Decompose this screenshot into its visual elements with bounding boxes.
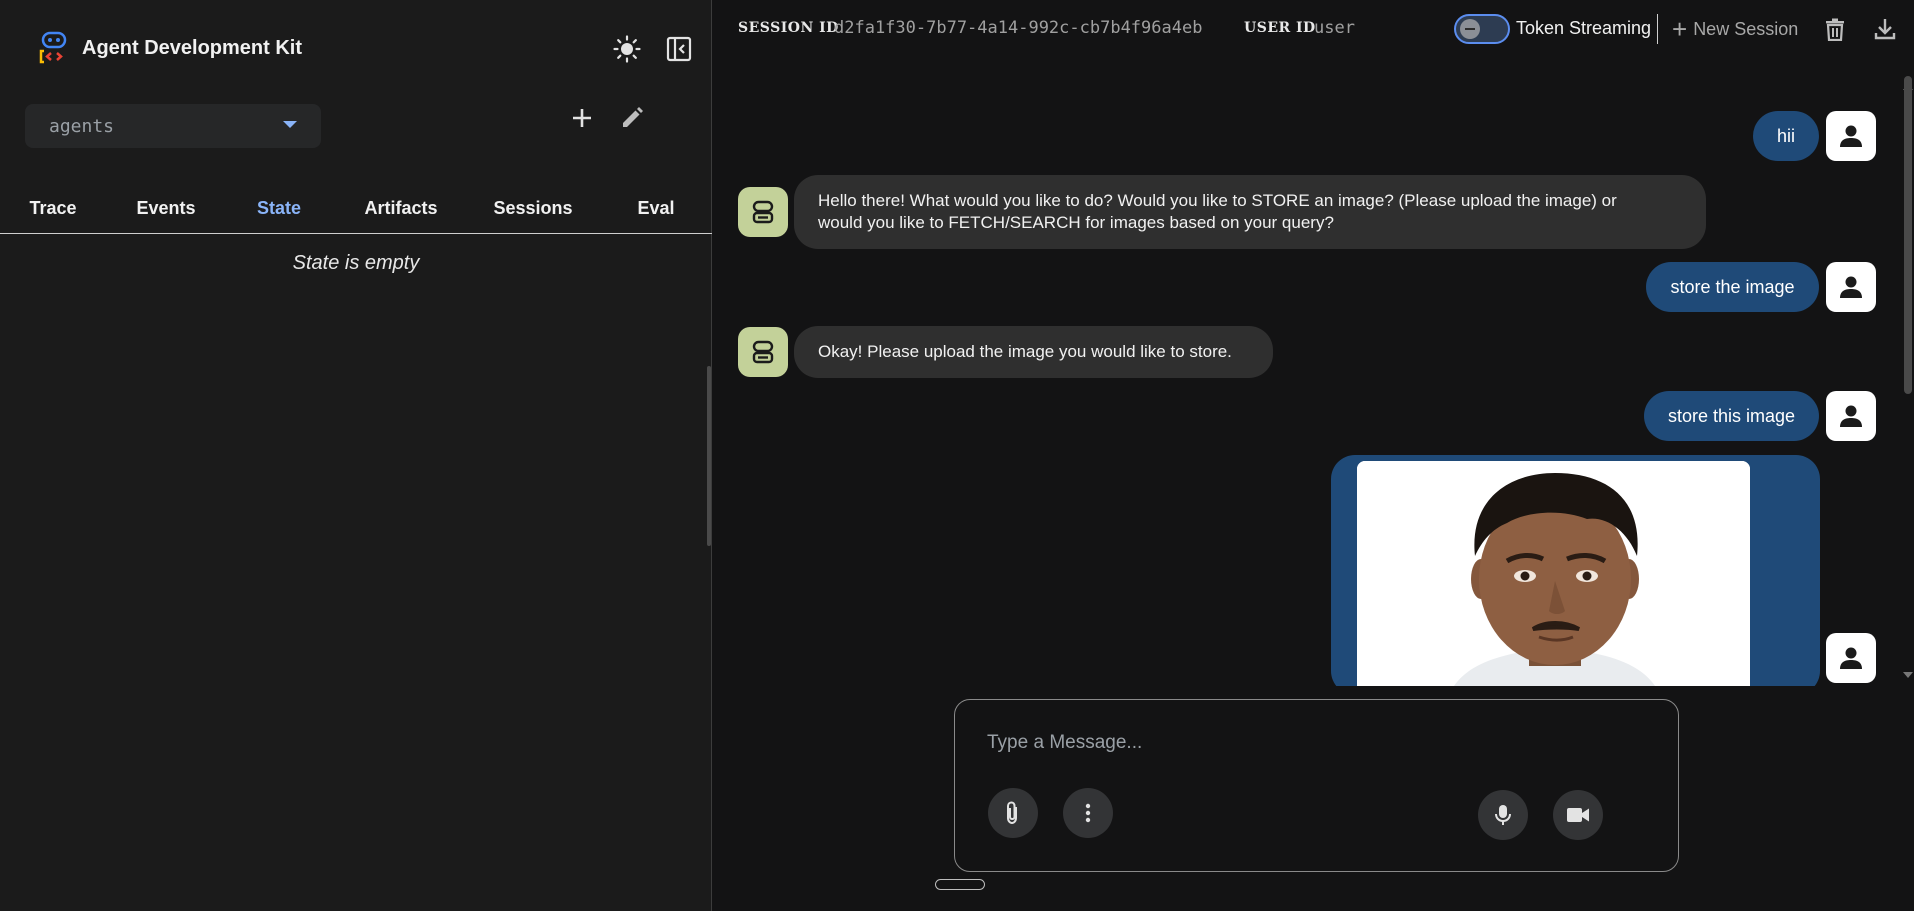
bot-message: Okay! Please upload the image you would … — [794, 326, 1273, 378]
resize-handle[interactable] — [935, 879, 985, 890]
mic-icon — [1495, 805, 1511, 825]
chat-scrollbar[interactable] — [1904, 76, 1912, 394]
message-input-box[interactable]: Type a Message... — [954, 699, 1679, 872]
brand: Agent Development Kit — [38, 30, 302, 66]
person-icon — [1840, 125, 1862, 147]
app-title: Agent Development Kit — [82, 36, 303, 59]
user-message: store this image — [1644, 391, 1819, 441]
tab-sessions[interactable]: Sessions — [470, 182, 596, 234]
tab-state[interactable]: State — [226, 182, 332, 234]
bot-avatar — [738, 187, 788, 237]
video-button[interactable] — [1553, 790, 1603, 840]
robot-icon — [752, 340, 774, 364]
plus-icon — [573, 109, 591, 127]
user-message: store the image — [1646, 262, 1819, 312]
user-id-value: user — [1314, 18, 1355, 38]
user-message-text: store the image — [1670, 276, 1795, 297]
bot-avatar — [738, 327, 788, 377]
panel-tabs: Trace Events State Artifacts Sessions Ev… — [0, 182, 712, 234]
new-session-button[interactable]: + New Session — [1672, 14, 1798, 44]
microphone-button[interactable] — [1478, 790, 1528, 840]
portrait-photo[interactable] — [1357, 461, 1750, 695]
bot-message-line: would you like to FETCH/SEARCH for image… — [818, 213, 1334, 232]
caret-down-icon — [283, 121, 297, 128]
download-icon — [1874, 19, 1896, 40]
tab-artifacts[interactable]: Artifacts — [340, 182, 462, 234]
person-icon — [1840, 405, 1862, 427]
pencil-icon — [623, 107, 643, 127]
user-avatar — [1826, 111, 1876, 161]
collapse-panel-button[interactable] — [664, 34, 694, 64]
message-input[interactable]: Type a Message... — [987, 732, 1142, 754]
theme-toggle-button[interactable] — [612, 34, 642, 64]
left-panel-icon — [666, 36, 692, 62]
agent-select[interactable]: agents — [25, 104, 321, 148]
adk-logo-icon — [39, 31, 67, 64]
plus-icon: + — [1672, 14, 1688, 44]
robot-icon — [752, 200, 774, 224]
add-agent-button[interactable] — [566, 102, 598, 134]
topbar-divider — [1657, 14, 1658, 44]
videocam-icon — [1567, 808, 1589, 822]
trash-icon — [1826, 18, 1844, 41]
scroll-down-arrow-icon[interactable] — [1903, 672, 1913, 678]
user-avatar — [1826, 391, 1876, 441]
portrait-photo-illustration — [1357, 461, 1750, 695]
user-id-label: USER ID — [1244, 20, 1316, 36]
user-message: hii — [1753, 111, 1819, 161]
tab-trace[interactable]: Trace — [0, 182, 106, 234]
paperclip-icon — [1007, 801, 1017, 825]
new-session-label: New Session — [1693, 18, 1799, 39]
token-streaming-toggle[interactable] — [1454, 14, 1510, 44]
toggle-knob — [1460, 19, 1480, 39]
delete-session-button[interactable] — [1820, 14, 1850, 44]
sun-icon — [613, 35, 641, 63]
person-icon — [1840, 276, 1862, 298]
state-empty-message: State is empty — [292, 252, 420, 274]
attach-file-button[interactable] — [988, 788, 1038, 838]
edit-agent-button[interactable] — [616, 102, 648, 134]
more-vert-icon — [1085, 803, 1091, 823]
person-icon — [1840, 647, 1862, 669]
user-avatar — [1826, 262, 1876, 312]
tab-eval[interactable]: Eval — [604, 182, 708, 234]
agent-select-value: agents — [49, 115, 115, 137]
download-session-button[interactable] — [1870, 14, 1900, 44]
bot-message: Hello there! What would you like to do? … — [794, 175, 1706, 249]
user-image-message — [1331, 455, 1820, 695]
more-options-button[interactable] — [1063, 788, 1113, 838]
bot-message-line: Okay! Please upload the image you would … — [818, 342, 1232, 361]
user-message-text: hii — [1776, 125, 1795, 146]
bot-message-line: Hello there! What would you like to do? … — [818, 191, 1617, 210]
side-panel-scrollbar[interactable] — [707, 366, 711, 546]
user-avatar — [1826, 633, 1876, 683]
token-streaming-label: Token Streaming — [1516, 18, 1652, 38]
tab-events[interactable]: Events — [110, 182, 222, 234]
user-message-text: store this image — [1667, 405, 1796, 426]
session-id-value: d2fa1f30-7b77-4a14-992c-cb7b4f96a4eb — [834, 18, 1203, 38]
side-panel: Agent Development Kit agents Trace Event… — [0, 0, 712, 911]
session-id-label: SESSION ID — [738, 20, 839, 36]
